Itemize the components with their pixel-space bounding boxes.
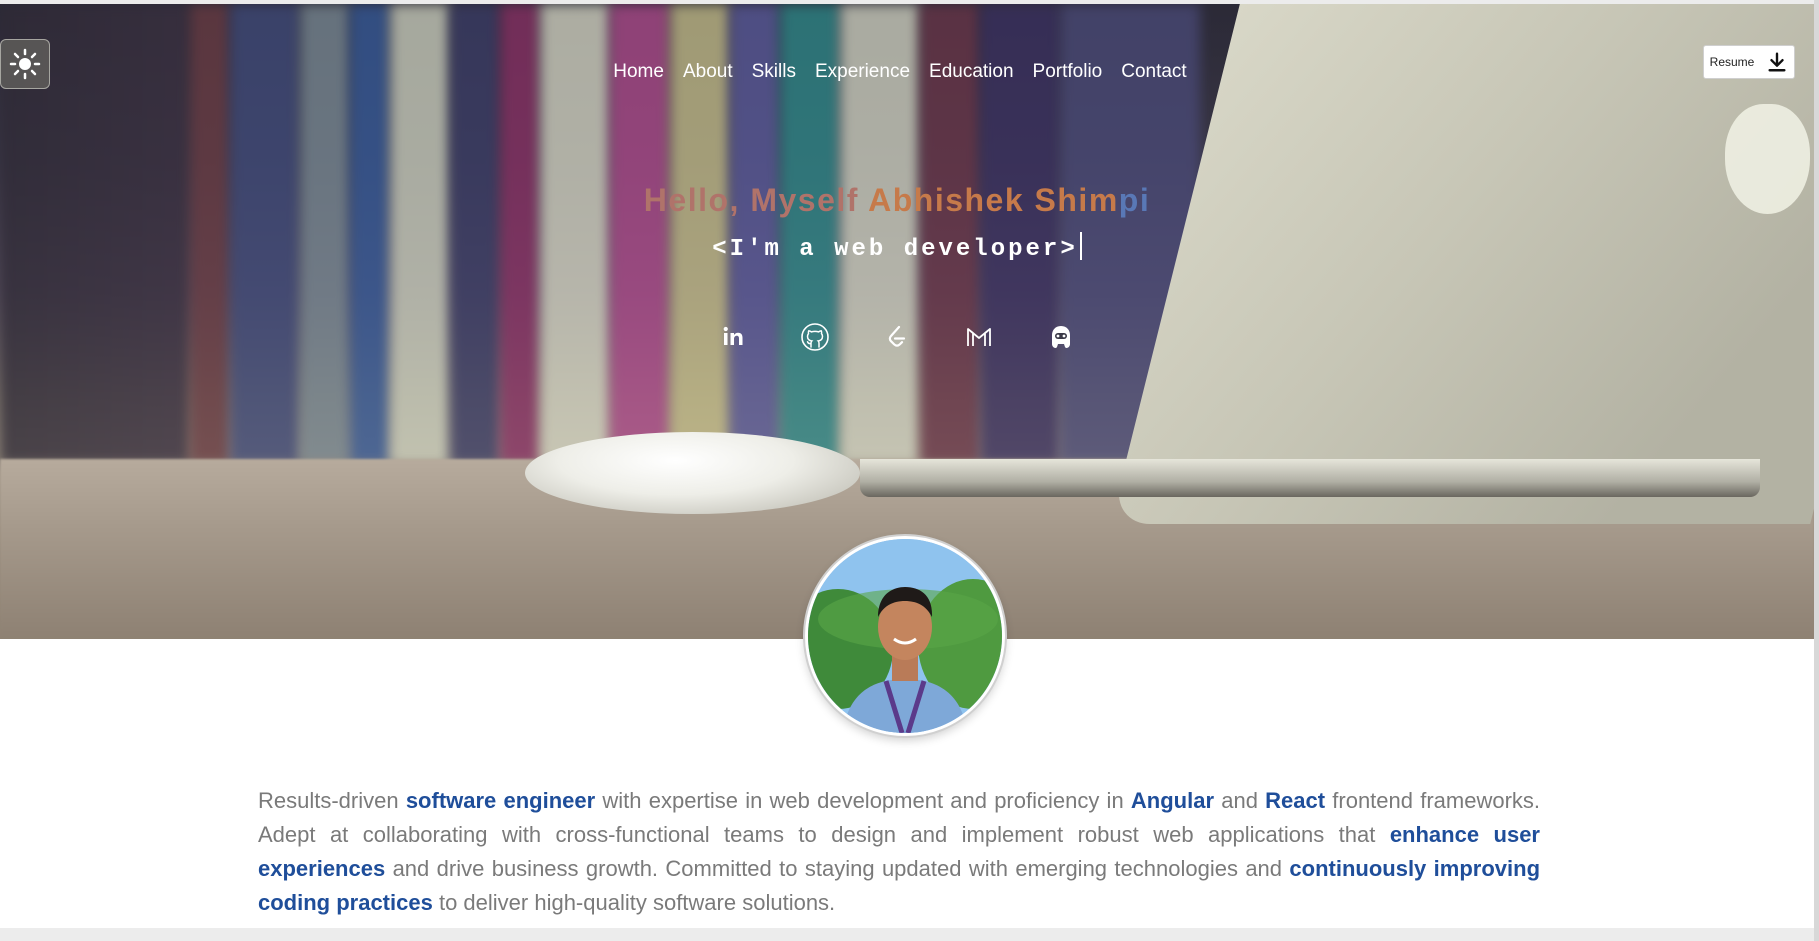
nav-portfolio[interactable]: Portfolio (1033, 59, 1103, 85)
greeting-text: Hello, Myself (643, 182, 869, 218)
page: Home About Skills Experience Education P… (0, 4, 1814, 928)
about-text: with expertise in web development and pr… (595, 788, 1131, 813)
hackerrank-link[interactable] (1044, 320, 1078, 354)
social-links (0, 320, 1794, 354)
tagline-text: <I'm a web developer> (712, 236, 1078, 263)
profile-avatar (805, 536, 1005, 736)
linkedin-icon (723, 326, 743, 345)
download-icon (1768, 52, 1786, 72)
about-text: Results-driven (258, 788, 406, 813)
linkedin-link[interactable] (716, 320, 750, 354)
greeting-name: Abhishek Shim (868, 182, 1119, 218)
leetcode-icon (888, 325, 906, 347)
laptop-base-image (860, 459, 1760, 497)
scrollbar[interactable] (1814, 0, 1819, 941)
about-highlight: software engineer (405, 788, 596, 813)
nav-home[interactable]: Home (613, 59, 664, 85)
gmail-icon (967, 328, 991, 346)
about-highlight: Angular (1130, 788, 1215, 813)
nav-experience[interactable]: Experience (815, 59, 910, 85)
nav-education[interactable]: Education (929, 59, 1014, 85)
main-nav: Home About Skills Experience Education P… (0, 59, 1814, 85)
typing-caret (1079, 232, 1082, 260)
nav-about[interactable]: About (683, 59, 733, 85)
resume-label: Resume (1709, 55, 1755, 69)
about-highlight: React (1265, 788, 1326, 813)
github-link[interactable] (798, 320, 832, 354)
mouse-image (525, 432, 860, 514)
about-text: and (1214, 788, 1266, 813)
nav-contact[interactable]: Contact (1121, 59, 1186, 85)
leetcode-link[interactable] (880, 320, 914, 354)
profile-photo (808, 539, 1002, 733)
hero-greeting: Hello, Myself Abhishek Shimpi (0, 182, 1794, 219)
resume-download-button[interactable]: Resume (1703, 45, 1795, 79)
about-summary: Results-driven software engineer with ex… (258, 784, 1540, 920)
about-text: and drive business growth. Committed to … (385, 856, 1290, 881)
gmail-link[interactable] (962, 320, 996, 354)
about-text: to deliver high-quality software solutio… (432, 890, 836, 915)
hero-tagline: <I'm a web developer> (0, 232, 1794, 263)
github-icon (801, 323, 829, 351)
nav-skills[interactable]: Skills (752, 59, 796, 85)
greeting-name-end: pi (1118, 182, 1151, 218)
hackerrank-icon (1052, 326, 1070, 348)
